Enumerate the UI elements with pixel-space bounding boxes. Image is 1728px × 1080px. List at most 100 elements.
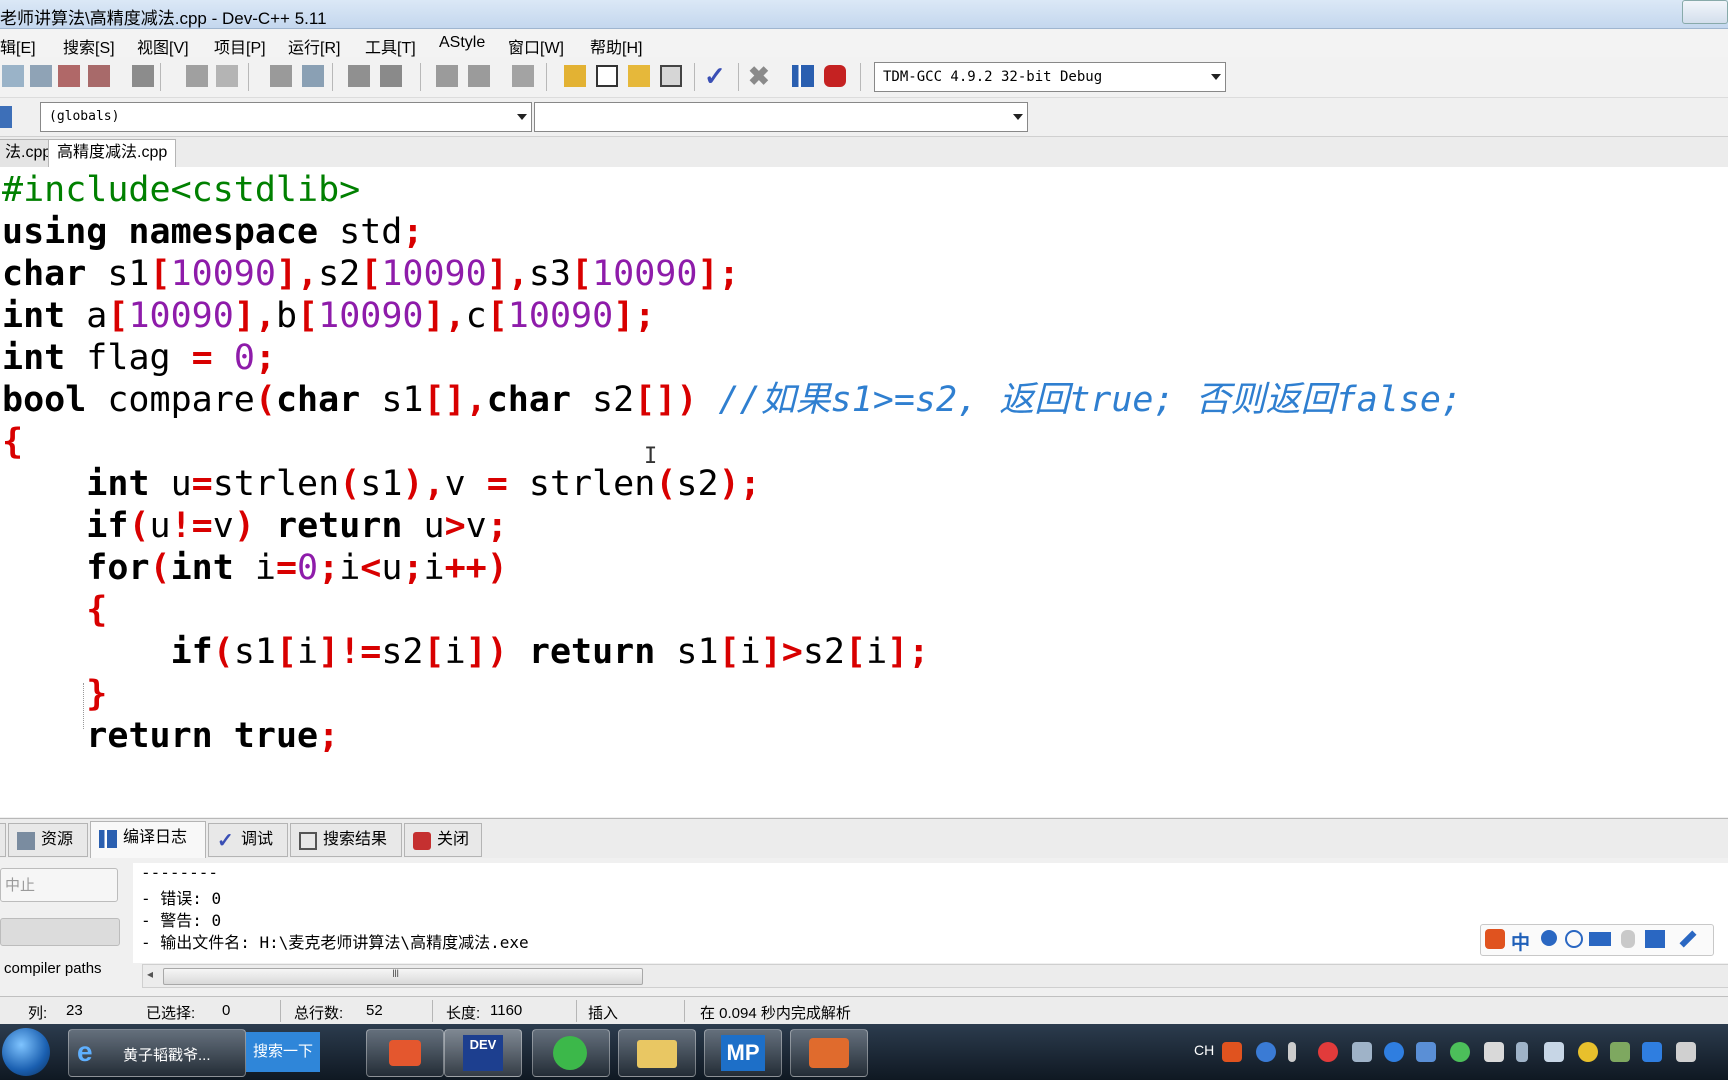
skin-icon[interactable] [1645, 930, 1665, 948]
toggle-bookmark-icon[interactable] [58, 65, 80, 87]
tab-file-active[interactable]: 高精度减法.cpp [48, 139, 177, 168]
insert-icon[interactable] [30, 65, 52, 87]
scroll-left-icon[interactable]: ◂ [143, 967, 157, 981]
plus-tray-icon[interactable] [1578, 1042, 1598, 1062]
ime-mode-label[interactable]: 中 [1511, 928, 1530, 955]
run-icon[interactable] [596, 65, 618, 87]
code-line: { [2, 419, 23, 465]
find-icon[interactable] [270, 65, 292, 87]
menu-window[interactable]: 窗口[W] [508, 34, 564, 58]
menu-view[interactable]: 视图[V] [137, 34, 189, 58]
tab-compiler[interactable] [0, 823, 6, 857]
tab-resources[interactable]: 资源 [8, 823, 88, 857]
bluetooth-icon[interactable] [1516, 1042, 1528, 1062]
taskbar-app-media[interactable] [366, 1029, 444, 1077]
unindent-icon[interactable] [380, 65, 402, 87]
wrench-icon[interactable] [1679, 930, 1697, 948]
start-button[interactable] [2, 1028, 50, 1076]
scrollbar-thumb[interactable]: III [163, 968, 643, 985]
tab-compile-log[interactable]: 编译日志 [90, 821, 206, 859]
chart-tray-icon[interactable] [1610, 1042, 1630, 1062]
keyboard-icon[interactable] [1589, 932, 1611, 946]
menu-project[interactable]: 项目[P] [214, 34, 266, 58]
power-tray-icon[interactable] [1676, 1042, 1696, 1062]
rebuild-icon[interactable] [660, 65, 682, 87]
stop-icon[interactable] [512, 65, 534, 87]
code-editor[interactable]: #include<cstdlib> using namespace std; cha… [0, 167, 1728, 817]
moon-icon[interactable] [1541, 930, 1557, 946]
scope-select[interactable]: (globals) [40, 102, 532, 132]
compile-icon[interactable] [564, 65, 586, 87]
compiler-select[interactable]: TDM-GCC 4.9.2 32-bit Debug [874, 62, 1226, 92]
menu-search[interactable]: 搜索[S] [63, 34, 115, 58]
tab-close[interactable]: 关闭 [404, 823, 482, 857]
compiler-paths-label[interactable]: compiler paths [4, 960, 102, 977]
app-tray-icon[interactable] [1642, 1042, 1662, 1062]
taskbar-app-refresh[interactable] [532, 1029, 610, 1077]
menu-tools[interactable]: 工具[T] [365, 34, 416, 58]
show-hidden-icon[interactable] [1288, 1042, 1296, 1062]
record-tray-icon[interactable] [1318, 1042, 1338, 1062]
tab-file-prev[interactable]: 法.cpp [0, 139, 52, 167]
close-all-icon[interactable]: ✖ [748, 63, 770, 89]
redo-icon[interactable] [216, 65, 238, 87]
menu-edit[interactable]: 辑[E] [0, 34, 36, 58]
class-browser-icon[interactable] [0, 106, 12, 128]
punctuation-icon[interactable] [1565, 930, 1583, 948]
code-token: s1 [676, 632, 719, 672]
language-indicator[interactable]: CH [1194, 1042, 1214, 1058]
undo-icon[interactable] [186, 65, 208, 87]
parse-status: 在 0.094 秒内完成解析 [700, 1005, 851, 1022]
code-token: ], [275, 254, 319, 294]
network-tray-icon[interactable] [1450, 1042, 1470, 1062]
user-icon[interactable] [1621, 930, 1635, 948]
syntax-check-icon[interactable]: ✓ [704, 63, 726, 89]
code-token: v [444, 464, 487, 504]
help-tray-icon[interactable] [1256, 1042, 1276, 1062]
menu-astyle[interactable]: AStyle [439, 34, 485, 52]
replace-icon[interactable] [302, 65, 324, 87]
tab-search-results[interactable]: 搜索结果 [290, 823, 402, 857]
print-icon[interactable] [132, 65, 154, 87]
display-tray-icon[interactable] [1544, 1042, 1564, 1062]
code-token: ]; [613, 296, 656, 336]
menu-help[interactable]: 帮助[H] [590, 34, 642, 58]
taskbar-recorder[interactable] [790, 1029, 868, 1077]
code-token: ]!= [318, 632, 382, 672]
taskbar-explorer[interactable] [618, 1029, 696, 1077]
back-icon[interactable] [436, 65, 458, 87]
window-control-button[interactable] [1682, 0, 1728, 24]
menu-run[interactable]: 运行[R] [288, 34, 340, 58]
code-token: ]> [760, 632, 803, 672]
file-tabs: 法.cpp 高精度减法.cpp [0, 137, 1728, 168]
pen-tray-icon[interactable] [1416, 1042, 1436, 1062]
taskbar-mp[interactable]: MP [704, 1029, 782, 1077]
member-select[interactable] [534, 102, 1028, 132]
message-tray-icon[interactable] [1352, 1042, 1372, 1062]
security-tray-icon[interactable] [1384, 1042, 1404, 1062]
delete-profile-icon[interactable] [824, 65, 846, 87]
stop-button[interactable]: 中止 [0, 868, 118, 902]
code-token: = [275, 548, 298, 588]
taskbar-devcpp[interactable]: DEV [444, 1029, 522, 1077]
volume-icon[interactable] [1484, 1042, 1504, 1062]
code-token: ]; [887, 632, 930, 672]
ime-toolbar[interactable]: 中 [1480, 924, 1714, 956]
horizontal-scrollbar[interactable]: ◂ III [142, 964, 1728, 988]
scrollbar-grip: III [392, 968, 399, 980]
text-cursor-icon: I [644, 444, 658, 469]
tab-debug[interactable]: ✓ 调试 [208, 823, 288, 857]
code-token: 10090 [170, 254, 276, 294]
search-button[interactable]: 搜索一下 [246, 1032, 320, 1072]
compile-run-icon[interactable] [628, 65, 650, 87]
code-token: ( [655, 464, 677, 504]
taskbar-browser[interactable]: e 黄子韬戳爷... [68, 1029, 246, 1077]
new-file-icon[interactable] [2, 65, 24, 87]
goto-bookmark-icon[interactable] [88, 65, 110, 87]
sogou-tray-icon[interactable] [1222, 1042, 1242, 1062]
forward-icon[interactable] [468, 65, 490, 87]
indent-icon[interactable] [348, 65, 370, 87]
profile-icon[interactable] [792, 65, 814, 87]
